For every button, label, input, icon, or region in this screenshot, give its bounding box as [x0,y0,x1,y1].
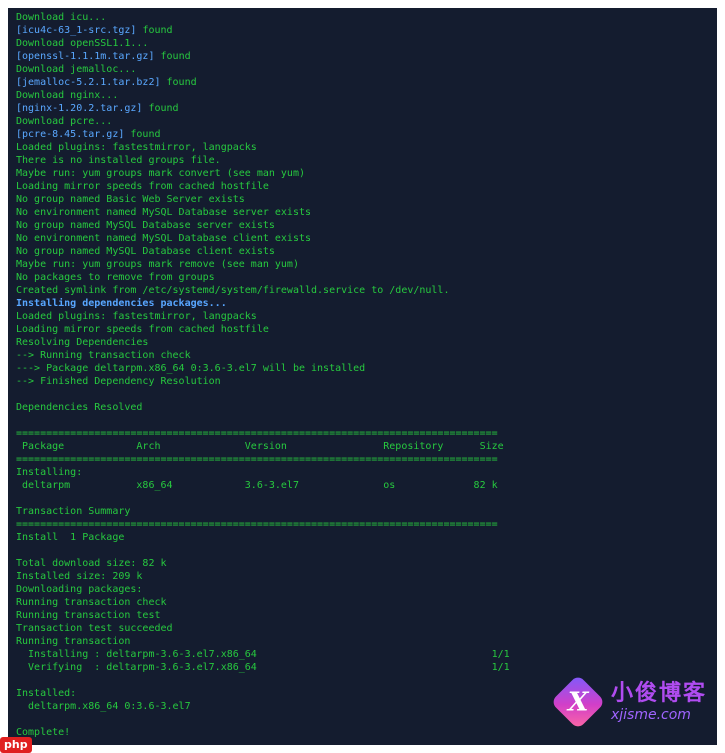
terminal-line: Loading mirror speeds from cached hostfi… [16,324,269,335]
archive-filename: [openssl-1.1.1m.tar.gz] [16,51,155,62]
terminal-line: Running transaction [16,636,131,647]
php-badge: php [0,737,32,753]
terminal-line: Downloading packages: [16,584,143,595]
found-status: found [136,25,173,36]
terminal-line: Installed: [16,688,77,699]
terminal-line: Running transaction test [16,610,161,621]
terminal-line: No environment named MySQL Database serv… [16,207,312,218]
terminal-line: Transaction Summary [16,506,131,517]
terminal-line: Installing : deltarpm-3.6-3.el7.x86_64 1… [16,649,510,660]
found-status: found [142,103,179,114]
terminal-line: --> Finished Dependency Resolution [16,376,221,387]
terminal-line: No environment named MySQL Database clie… [16,233,312,244]
terminal-line: ========================================… [16,519,498,530]
terminal-line: Installing dependencies packages... [16,298,227,309]
archive-filename: [nginx-1.20.2.tar.gz] [16,103,143,114]
archive-filename: [pcre-8.45.tar.gz] [16,129,125,140]
terminal-output: Download icu... [icu4c-63_1-src.tgz] foun… [16,11,510,739]
terminal-line: deltarpm.x86_64 0:3.6-3.el7 [16,701,191,712]
terminal-line: Total download size: 82 k [16,558,167,569]
terminal-line: Verifying : deltarpm-3.6-3.el7.x86_64 1/… [16,662,510,673]
terminal-line: ========================================… [16,454,498,465]
terminal-line: [icu4c-63_1-src.tgz] found [16,24,510,37]
watermark-title: 小俊博客 [610,681,707,706]
found-status: found [154,51,191,62]
terminal-line: There is no installed groups file. [16,155,221,166]
terminal-line: Package Arch Version Repository Size [16,441,504,452]
terminal-line: Loading mirror speeds from cached hostfi… [16,181,269,192]
watermark-text: 小俊博客 xjisme.com [611,681,707,723]
terminal-line: ========================================… [16,428,498,439]
terminal-line: Maybe run: yum groups mark convert (see … [16,168,305,179]
terminal-line: Complete! [16,727,71,738]
terminal-line: [nginx-1.20.2.tar.gz] found [16,102,510,115]
terminal-line: Download nginx... [16,90,119,101]
watermark-logo-icon: X [550,674,606,730]
terminal-line: deltarpm x86_64 3.6-3.el7 os 82 k [16,480,498,491]
terminal-line: No group named MySQL Database client exi… [16,246,275,257]
terminal-window: Download icu... [icu4c-63_1-src.tgz] foun… [8,8,717,745]
terminal-line: Transaction test succeeded [16,623,173,634]
terminal-line: ---> Package deltarpm.x86_64 0:3.6-3.el7… [16,363,366,374]
terminal-line: Resolving Dependencies [16,337,149,348]
terminal-line: Running transaction check [16,597,167,608]
archive-filename: [icu4c-63_1-src.tgz] [16,25,137,36]
terminal-line: Install 1 Package [16,532,125,543]
terminal-line: No packages to remove from groups [16,272,215,283]
terminal-line: No group named Basic Web Server exists [16,194,245,205]
terminal-line: Created symlink from /etc/systemd/system… [16,285,450,296]
found-status: found [160,77,197,88]
watermark-url: xjisme.com [610,707,691,723]
terminal-line: [jemalloc-5.2.1.tar.bz2] found [16,76,510,89]
archive-filename: [jemalloc-5.2.1.tar.bz2] [16,77,161,88]
terminal-line: Installed size: 209 k [16,571,143,582]
terminal-line: Download jemalloc... [16,64,137,75]
terminal-line: Download icu... [16,12,107,23]
terminal-line: [pcre-8.45.tar.gz] found [16,128,510,141]
terminal-line: Installing: [16,467,83,478]
terminal-line: No group named MySQL Database server exi… [16,220,275,231]
terminal-line: [openssl-1.1.1m.tar.gz] found [16,50,510,63]
terminal-line: Loaded plugins: fastestmirror, langpacks [16,311,257,322]
terminal-line: Loaded plugins: fastestmirror, langpacks [16,142,257,153]
terminal-line: --> Running transaction check [16,350,191,361]
terminal-line: Download pcre... [16,116,113,127]
site-watermark: X 小俊博客 xjisme.com [550,674,707,730]
found-status: found [124,129,161,140]
watermark-logo-letter: X [567,686,589,718]
terminal-line: Download openSSL1.1... [16,38,149,49]
terminal-line: Maybe run: yum groups mark remove (see m… [16,259,299,270]
terminal-line: Dependencies Resolved [16,402,143,413]
